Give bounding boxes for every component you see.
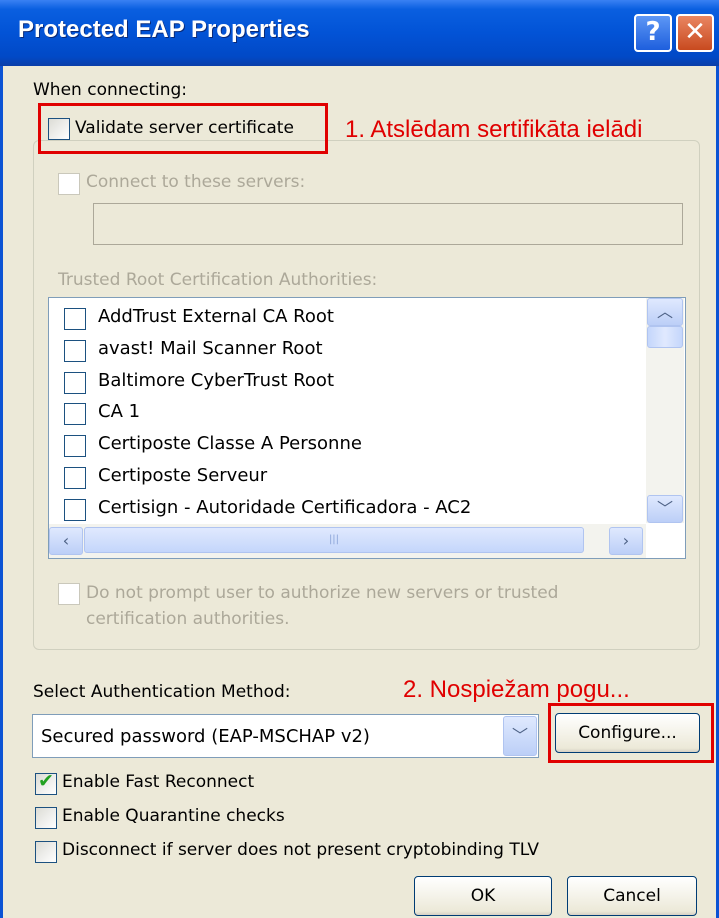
cert-checkbox[interactable] xyxy=(64,467,86,489)
cert-name: Certisign - Autoridade Certificadora - A… xyxy=(98,497,472,518)
auth-method-value: Secured password (EAP-MSCHAP v2) xyxy=(41,726,370,747)
cert-name: Baltimore CyberTrust Root xyxy=(98,370,335,391)
trusted-root-label: Trusted Root Certification Authorities: xyxy=(58,270,378,290)
auth-method-select[interactable]: Secured password (EAP-MSCHAP v2) ﹀ xyxy=(32,714,539,758)
cert-checkbox[interactable] xyxy=(64,403,86,425)
connect-servers-checkbox[interactable] xyxy=(58,173,80,195)
horizontal-scroll-thumb[interactable]: ||| xyxy=(84,527,584,553)
window-title: Protected EAP Properties xyxy=(18,16,310,43)
cert-checkbox[interactable] xyxy=(64,499,86,521)
checkmark-icon: ✔ xyxy=(38,770,54,792)
scroll-down-icon[interactable]: ﹀ xyxy=(647,495,683,523)
horizontal-scrollbar[interactable]: ‹ ||| › xyxy=(49,524,646,558)
scroll-left-icon[interactable]: ‹ xyxy=(49,527,83,555)
dialog-window: Protected EAP Properties ? ✕ When connec… xyxy=(0,0,719,918)
scroll-up-icon[interactable]: ︿ xyxy=(647,298,683,326)
help-button[interactable]: ? xyxy=(634,14,672,52)
when-connecting-label: When connecting: xyxy=(33,80,188,100)
cryptobinding-label: Disconnect if server does not present cr… xyxy=(62,840,539,860)
do-not-prompt-checkbox[interactable] xyxy=(58,583,80,605)
cert-name: CA 1 xyxy=(98,401,141,422)
quarantine-checkbox[interactable] xyxy=(35,807,57,829)
cancel-button[interactable]: Cancel xyxy=(567,876,697,916)
do-not-prompt-label: Do not prompt user to authorize new serv… xyxy=(86,583,559,629)
vertical-scroll-thumb[interactable] xyxy=(647,326,683,348)
title-bar[interactable]: Protected EAP Properties ? ✕ xyxy=(0,0,719,66)
close-button[interactable]: ✕ xyxy=(676,14,714,52)
cryptobinding-checkbox[interactable] xyxy=(35,841,57,863)
fast-reconnect-label: Enable Fast Reconnect xyxy=(62,772,255,792)
cert-name: avast! Mail Scanner Root xyxy=(98,338,323,359)
highlight-box-configure xyxy=(548,703,714,763)
window-border-left xyxy=(0,66,3,918)
chevron-down-icon[interactable]: ﹀ xyxy=(503,716,537,756)
highlight-box-validate xyxy=(38,103,328,154)
cert-checkbox[interactable] xyxy=(64,435,86,457)
annotation-step2: 2. Nospiežam pogu... xyxy=(403,676,630,703)
servers-input[interactable] xyxy=(93,203,683,245)
annotation-step1: 1. Atslēdam sertifikāta ielādi xyxy=(345,116,643,143)
fast-reconnect-checkbox[interactable]: ✔ xyxy=(35,770,57,795)
cert-name: AddTrust External CA Root xyxy=(98,306,334,327)
cert-name: Certiposte Serveur xyxy=(98,465,268,486)
cert-checkbox[interactable] xyxy=(64,372,86,394)
cert-checkbox[interactable] xyxy=(64,308,86,330)
vertical-scrollbar[interactable]: ︿ ﹀ xyxy=(646,298,684,523)
cert-checkbox[interactable] xyxy=(64,340,86,362)
cert-listbox[interactable]: AddTrust External CA Root avast! Mail Sc… xyxy=(48,297,686,559)
connect-servers-label: Connect to these servers: xyxy=(86,172,306,192)
auth-method-label: Select Authentication Method: xyxy=(33,682,291,702)
scroll-right-icon[interactable]: › xyxy=(609,527,643,555)
cert-name: Certiposte Classe A Personne xyxy=(98,433,362,454)
ok-button[interactable]: OK xyxy=(414,876,552,916)
quarantine-label: Enable Quarantine checks xyxy=(62,806,285,826)
